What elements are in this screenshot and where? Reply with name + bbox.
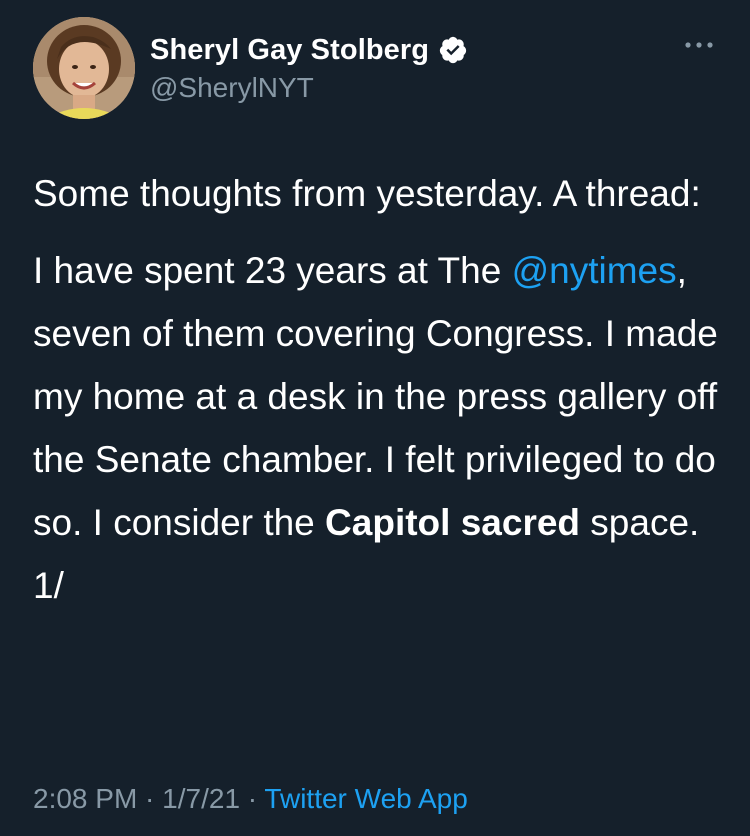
mention-link[interactable]: @nytimes — [512, 250, 677, 291]
tweet-text: Some thoughts from yesterday. A thread: … — [33, 162, 723, 617]
verified-badge-icon — [438, 35, 468, 65]
tweet-time[interactable]: 2:08 PM — [33, 783, 137, 814]
bold-text: Capitol sacred — [325, 502, 581, 543]
tweet-paragraph-1: Some thoughts from yesterday. A thread: — [33, 173, 701, 214]
avatar[interactable] — [33, 17, 135, 119]
source-app-link[interactable]: Twitter Web App — [264, 783, 467, 814]
meta-separator: · — [240, 783, 265, 814]
meta-separator: · — [137, 783, 163, 814]
author-name[interactable]: Sheryl Gay Stolberg — [150, 34, 429, 67]
tweet-text-segment: I have spent 23 years at The — [33, 250, 512, 291]
more-options-icon[interactable] — [682, 36, 716, 54]
tweet-text-segment: , seven of them covering Congress. I mad… — [33, 250, 718, 543]
tweet-paragraph-2: I have spent 23 years at The @nytimes, s… — [33, 239, 723, 617]
thread-marker: 1/ — [33, 565, 64, 606]
tweet-date[interactable]: 1/7/21 — [162, 783, 240, 814]
author-handle[interactable]: @SherylNYT — [150, 72, 314, 104]
author-name-row[interactable]: Sheryl Gay Stolberg — [150, 30, 468, 70]
tweet-text-segment: space. — [580, 502, 700, 543]
tweet-meta: 2:08 PM · 1/7/21 · Twitter Web App — [33, 783, 468, 815]
profile-photo — [33, 17, 135, 119]
